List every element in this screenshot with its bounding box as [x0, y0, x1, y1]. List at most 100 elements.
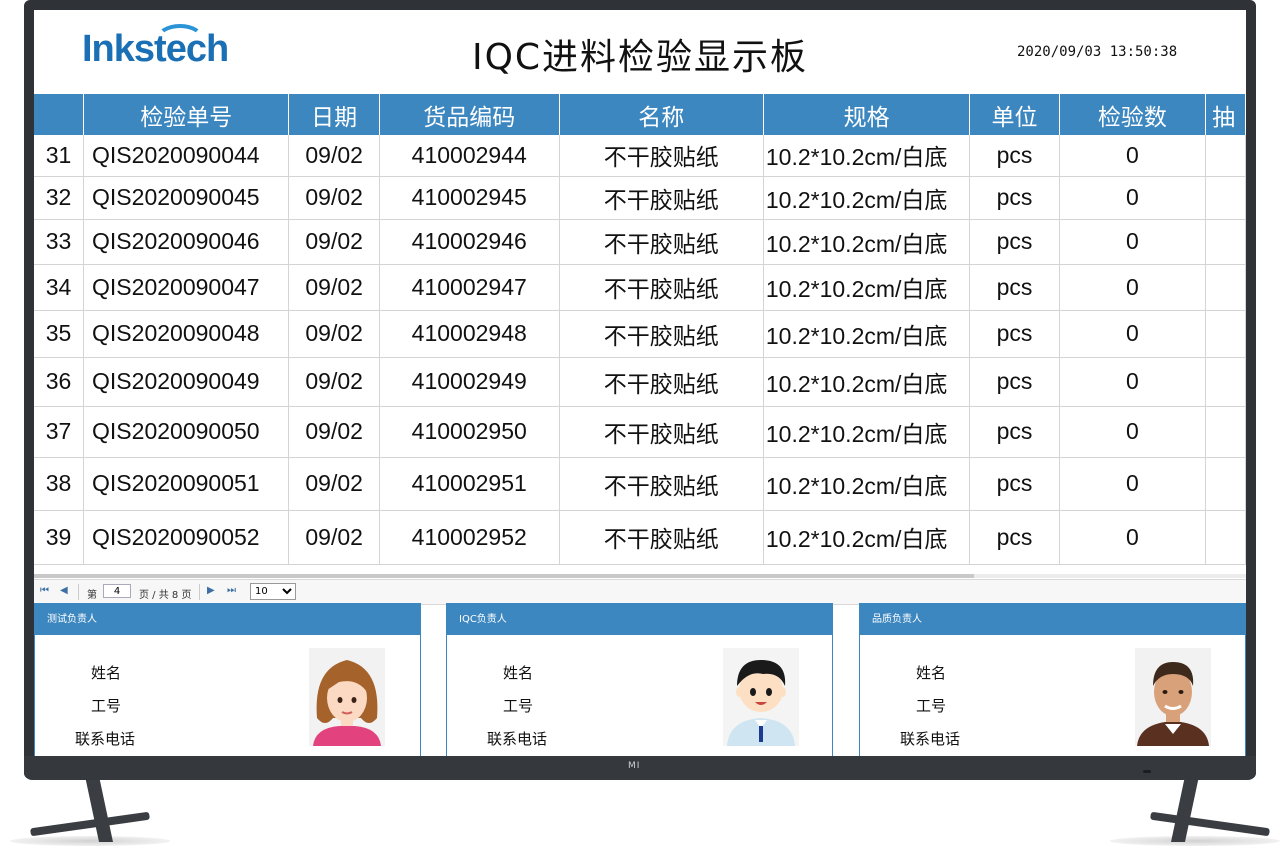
phone-label: 联系电话	[487, 730, 548, 748]
col-header-item-code[interactable]: 货品编码	[379, 94, 560, 135]
cell-sample	[1205, 176, 1246, 220]
cell-item-name: 不干胶贴纸	[559, 357, 764, 407]
cell-unit: pcs	[969, 406, 1060, 458]
table-row[interactable]: 37 QIS2020090050 09/02 410002950 不干胶贴纸 10.2*1…	[34, 406, 1246, 458]
col-header-name[interactable]: 名称	[559, 94, 764, 135]
page-prefix-label: 第	[87, 590, 97, 601]
pagination-bar: ⏮ ◀ 第 页 / 共 8 页 ▶ ⏭ 10	[34, 579, 1246, 605]
cell-inspection-no: QIS2020090046	[83, 219, 290, 265]
employee-id-label: 工号	[503, 697, 534, 715]
cell-spec: 10.2*10.2cm/白底	[763, 135, 971, 177]
table-row[interactable]: 38 QIS2020090051 09/02 410002951 不干胶贴纸 10.2*1…	[34, 457, 1246, 511]
male-avatar	[1135, 648, 1211, 746]
page-size-select[interactable]: 10	[250, 583, 296, 600]
cell-row-index: 38	[34, 457, 85, 511]
cell-inspection-no: QIS2020090047	[83, 264, 290, 311]
cell-item-name: 不干胶贴纸	[559, 510, 764, 565]
inspection-grid: 检验单号 日期 货品编码 名称 规格 单位 检验数 抽 31 QIS2020090…	[34, 94, 1246, 572]
last-page-icon[interactable]: ⏭	[227, 585, 236, 596]
cell-item-name: 不干胶贴纸	[559, 219, 764, 265]
pager-separator	[78, 584, 79, 600]
cell-inspection-no: QIS2020090051	[83, 457, 290, 511]
cell-row-index: 36	[34, 357, 85, 407]
table-row[interactable]: 33 QIS2020090046 09/02 410002946 不干胶贴纸 10.2*1…	[34, 219, 1246, 265]
cell-inspect-qty: 0	[1059, 219, 1207, 265]
col-header-spec[interactable]: 规格	[763, 94, 971, 135]
cell-item-code: 410002949	[379, 357, 560, 407]
card-quality-owner: 品质负责人 姓名 工号 联系电话	[859, 603, 1246, 756]
horizontal-scrollbar-thumb[interactable]	[34, 574, 974, 578]
cell-item-code: 410002950	[379, 406, 560, 458]
table-row[interactable]: 35 QIS2020090048 09/02 410002948 不干胶贴纸 10.2*1…	[34, 310, 1246, 358]
cell-date: 09/02	[288, 457, 380, 511]
cell-inspection-no: QIS2020090050	[83, 406, 290, 458]
page-number-input[interactable]	[103, 584, 131, 598]
cell-date: 09/02	[288, 135, 380, 177]
cell-sample	[1205, 510, 1246, 565]
cell-spec: 10.2*10.2cm/白底	[763, 357, 971, 407]
tv-foot-left	[30, 811, 150, 837]
cell-date: 09/02	[288, 219, 380, 265]
stand-shadow-right	[1110, 836, 1280, 846]
datetime-display: 2020/09/03 13:50:38	[1017, 44, 1178, 60]
tv-leg-left	[84, 776, 114, 842]
cell-inspection-no: QIS2020090044	[83, 135, 290, 177]
cell-date: 09/02	[288, 264, 380, 311]
cell-spec: 10.2*10.2cm/白底	[763, 219, 971, 265]
col-header-inspection-no[interactable]: 检验单号	[83, 94, 290, 135]
col-header-unit[interactable]: 单位	[969, 94, 1060, 135]
cell-inspect-qty: 0	[1059, 310, 1207, 358]
cell-item-code: 410002944	[379, 135, 560, 177]
table-row[interactable]: 39 QIS2020090052 09/02 410002952 不干胶贴纸 10.2*1…	[34, 510, 1246, 565]
col-header-index[interactable]	[34, 94, 85, 135]
cell-unit: pcs	[969, 457, 1060, 511]
stand-shadow-left	[10, 836, 170, 846]
employee-id-label: 工号	[91, 697, 122, 715]
cell-unit: pcs	[969, 357, 1060, 407]
female-avatar	[309, 648, 385, 746]
cell-inspect-qty: 0	[1059, 510, 1207, 565]
cell-spec: 10.2*10.2cm/白底	[763, 457, 971, 511]
phone-label: 联系电话	[75, 730, 136, 748]
cell-spec: 10.2*10.2cm/白底	[763, 510, 971, 565]
employee-id-label: 工号	[916, 697, 947, 715]
col-header-inspect-qty[interactable]: 检验数	[1059, 94, 1207, 135]
cell-unit: pcs	[969, 176, 1060, 220]
cell-sample	[1205, 457, 1246, 511]
cell-date: 09/02	[288, 176, 380, 220]
cell-item-name: 不干胶贴纸	[559, 176, 764, 220]
cell-unit: pcs	[969, 219, 1060, 265]
next-page-icon[interactable]: ▶	[207, 585, 215, 596]
first-page-icon[interactable]: ⏮	[40, 585, 49, 596]
cell-sample	[1205, 357, 1246, 407]
table-row[interactable]: 34 QIS2020090047 09/02 410002947 不干胶贴纸 10.2*1…	[34, 264, 1246, 311]
cell-date: 09/02	[288, 357, 380, 407]
card-title: 测试负责人	[35, 604, 420, 635]
cell-row-index: 33	[34, 219, 85, 265]
col-header-date[interactable]: 日期	[288, 94, 380, 135]
cell-inspection-no: QIS2020090048	[83, 310, 290, 358]
cell-row-index: 34	[34, 264, 85, 311]
cell-sample	[1205, 135, 1246, 177]
cell-date: 09/02	[288, 510, 380, 565]
table-header-row: 检验单号 日期 货品编码 名称 规格 单位 检验数 抽	[34, 94, 1246, 135]
cell-item-name: 不干胶贴纸	[559, 457, 764, 511]
cell-inspect-qty: 0	[1059, 135, 1207, 177]
cell-inspect-qty: 0	[1059, 457, 1207, 511]
cell-inspection-no: QIS2020090052	[83, 510, 290, 565]
cell-spec: 10.2*10.2cm/白底	[763, 406, 971, 458]
cell-spec: 10.2*10.2cm/白底	[763, 264, 971, 311]
col-header-sample[interactable]: 抽	[1205, 94, 1246, 135]
table-row[interactable]: 31 QIS2020090044 09/02 410002944 不干胶贴纸 10.2*1…	[34, 135, 1246, 177]
cell-unit: pcs	[969, 264, 1060, 311]
cell-inspect-qty: 0	[1059, 176, 1207, 220]
cell-row-index: 32	[34, 176, 85, 220]
table-row[interactable]: 36 QIS2020090049 09/02 410002949 不干胶贴纸 10.2*1…	[34, 357, 1246, 407]
prev-page-icon[interactable]: ◀	[60, 585, 68, 596]
tv-power-led	[1143, 770, 1151, 773]
pager-separator	[199, 584, 200, 600]
cell-sample	[1205, 264, 1246, 311]
card-iqc-owner: IQC负责人 姓名 工号 联系电话	[446, 603, 833, 756]
cell-item-code: 410002945	[379, 176, 560, 220]
table-row[interactable]: 32 QIS2020090045 09/02 410002945 不干胶贴纸 10.2*1…	[34, 176, 1246, 220]
